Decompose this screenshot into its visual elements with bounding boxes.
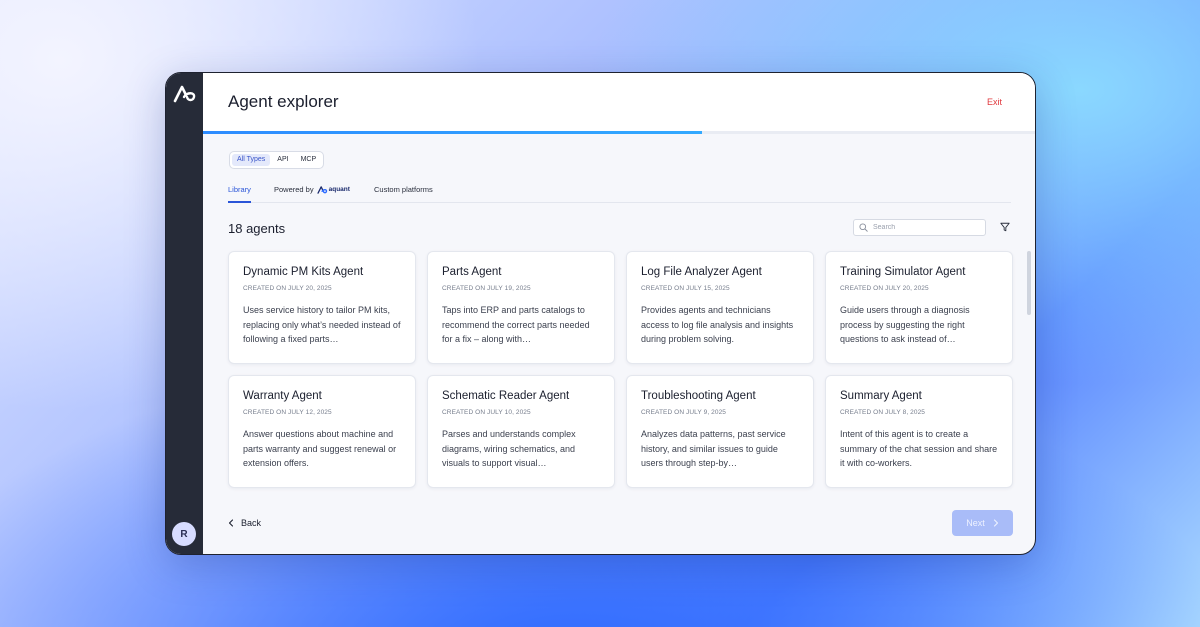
aquant-logo-icon [316, 185, 327, 194]
type-chip-mcp[interactable]: MCP [296, 154, 322, 166]
agent-card[interactable]: Dynamic PM Kits Agent CREATED ON JULY 20… [228, 251, 416, 364]
chevron-left-icon [228, 519, 234, 527]
agent-name: Dynamic PM Kits Agent [243, 266, 364, 278]
agent-description: Answer questions about machine and parts… [243, 429, 397, 468]
agent-description: Uses service history to tailor PM kits, … [243, 305, 401, 344]
agent-card[interactable]: Troubleshooting Agent CREATED ON JULY 9,… [626, 375, 814, 488]
source-tabs: Library Powered by aquant Custom platfor… [228, 179, 1011, 203]
wizard-progress-fill [203, 131, 703, 134]
type-chip-all[interactable]: All Types [232, 154, 271, 166]
agent-name: Training Simulator Agent [840, 266, 966, 278]
exit-button[interactable]: Exit [987, 97, 1002, 107]
agent-created-date: CREATED ON JULY 10, 2025 [442, 409, 531, 416]
aquant-brand-logo: aquant [316, 185, 350, 194]
agent-description: Intent of this agent is to create a summ… [840, 429, 998, 468]
agent-description: Analyzes data patterns, past service his… [641, 429, 786, 468]
filter-icon[interactable] [1000, 222, 1010, 232]
agent-created-date: CREATED ON JULY 8, 2025 [840, 409, 926, 416]
type-filter: All Types API MCP [229, 151, 325, 169]
app-window: R Agent explorer Exit All Types API MCP … [165, 72, 1036, 555]
page-header: Agent explorer Exit [203, 73, 1035, 131]
search-input[interactable] [873, 224, 973, 231]
agent-name: Log File Analyzer Agent [641, 266, 762, 278]
agent-card[interactable]: Training Simulator Agent CREATED ON JULY… [825, 251, 1013, 364]
agent-name: Summary Agent [840, 390, 922, 402]
agent-created-date: CREATED ON JULY 12, 2025 [243, 409, 332, 416]
tab-powered-by-label: Powered by [274, 185, 314, 194]
wizard-progress [203, 131, 1035, 134]
agent-description: Provides agents and technicians access t… [641, 305, 794, 344]
agent-name: Warranty Agent [243, 390, 322, 402]
agent-created-date: CREATED ON JULY 19, 2025 [442, 285, 531, 292]
side-rail: R [166, 73, 203, 554]
agent-description: Taps into ERP and parts catalogs to reco… [442, 305, 590, 344]
grid-scrollbar[interactable] [1027, 251, 1031, 315]
next-button[interactable]: Next [952, 510, 1013, 536]
aquant-brand-name: aquant [328, 186, 350, 193]
next-button-label: Next [966, 518, 985, 528]
agent-description: Guide users through a diagnosis process … [840, 305, 970, 344]
search-box [853, 219, 986, 236]
agent-card[interactable]: Schematic Reader Agent CREATED ON JULY 1… [427, 375, 615, 488]
user-avatar[interactable]: R [172, 522, 196, 546]
back-button-label: Back [241, 518, 262, 528]
agent-created-date: CREATED ON JULY 20, 2025 [243, 285, 332, 292]
back-button[interactable]: Back [228, 518, 261, 528]
agent-card[interactable]: Parts Agent CREATED ON JULY 19, 2025 Tap… [427, 251, 615, 364]
agent-grid: Dynamic PM Kits Agent CREATED ON JULY 20… [228, 251, 1013, 488]
agent-name: Schematic Reader Agent [442, 390, 570, 402]
chevron-right-icon [993, 519, 998, 527]
search-icon [859, 223, 868, 232]
tab-library[interactable]: Library [228, 185, 251, 203]
agent-card[interactable]: Warranty Agent CREATED ON JULY 12, 2025 … [228, 375, 416, 488]
tab-library-label: Library [228, 185, 251, 194]
app-logo-icon[interactable] [173, 84, 197, 104]
agent-card[interactable]: Log File Analyzer Agent CREATED ON JULY … [626, 251, 814, 364]
agent-count: 18 agents [228, 221, 286, 236]
agent-created-date: CREATED ON JULY 15, 2025 [641, 285, 730, 292]
agent-name: Parts Agent [442, 266, 502, 278]
agent-name: Troubleshooting Agent [641, 390, 756, 402]
agent-description: Parses and understands complex diagrams,… [442, 429, 576, 468]
agent-created-date: CREATED ON JULY 20, 2025 [840, 285, 929, 292]
tab-powered-by[interactable]: Powered by aquant [274, 185, 350, 201]
tab-custom-platforms-label: Custom platforms [374, 185, 433, 194]
type-chip-api[interactable]: API [272, 154, 293, 166]
agent-created-date: CREATED ON JULY 9, 2025 [641, 409, 727, 416]
page-title: Agent explorer [228, 92, 339, 111]
agent-card[interactable]: Summary Agent CREATED ON JULY 8, 2025 In… [825, 375, 1013, 488]
tab-custom-platforms[interactable]: Custom platforms [374, 185, 433, 201]
